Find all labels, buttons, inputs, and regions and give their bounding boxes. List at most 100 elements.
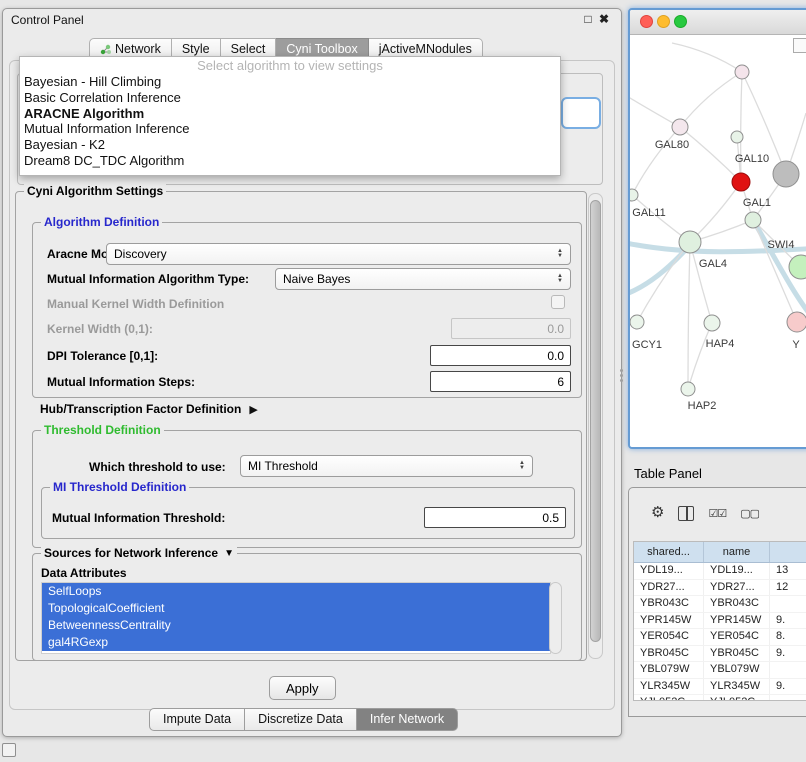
network-edge[interactable] [630, 245, 690, 294]
mi-steps-field[interactable] [430, 371, 571, 392]
attribute-list-item[interactable]: SelfLoops [42, 583, 550, 600]
network-node[interactable] [630, 315, 644, 329]
network-edge[interactable] [632, 127, 680, 195]
table-cell[interactable]: YLR345W [704, 679, 770, 695]
network-canvas[interactable]: GAL80GAL10GAL11GAL1SWI4GAL4GCY1HAP4HAP2Y [630, 35, 806, 443]
tab-impute-data[interactable]: Impute Data [149, 708, 245, 731]
apply-button[interactable]: Apply [269, 676, 336, 700]
network-node[interactable] [735, 65, 749, 79]
table-cell[interactable]: 12 [770, 580, 806, 596]
network-node[interactable] [679, 231, 701, 253]
table-cell[interactable]: YBR045C [704, 646, 770, 662]
kernel-width-field[interactable] [451, 318, 571, 339]
settings-scrollbar[interactable] [588, 193, 603, 659]
close-window-icon[interactable]: ✖ [597, 12, 611, 26]
tab-discretize-data[interactable]: Discretize Data [245, 708, 357, 731]
deselect-all-rows-icon[interactable]: ▢▢ [740, 507, 759, 520]
network-node[interactable] [732, 173, 750, 191]
table-row[interactable]: YER054CYER054C8. [634, 629, 806, 646]
table-cell[interactable]: 13 [770, 563, 806, 579]
network-scrollbar-corner[interactable] [793, 38, 806, 53]
table-cell[interactable]: YJL052C [704, 695, 770, 701]
panel-splitter-handle[interactable] [619, 366, 624, 384]
network-edge[interactable] [688, 323, 712, 389]
table-cell[interactable]: YDL19... [634, 563, 704, 579]
network-node[interactable] [787, 312, 806, 332]
table-cell[interactable]: 9. [770, 646, 806, 662]
network-node[interactable] [773, 161, 799, 187]
column-header-extra[interactable] [770, 542, 806, 562]
table-cell[interactable]: YER054C [634, 629, 704, 645]
table-cell[interactable]: YBL079W [634, 662, 704, 678]
manual-kernel-checkbox[interactable] [551, 295, 565, 309]
attribute-list-item[interactable]: BetweennessCentrality [42, 617, 550, 634]
table-row[interactable]: YLR345WYLR345W9. [634, 679, 806, 696]
table-cell[interactable]: YBL079W [704, 662, 770, 678]
network-edge[interactable] [680, 72, 742, 127]
dpi-tolerance-field[interactable] [430, 345, 571, 366]
table-cell[interactable] [770, 695, 806, 701]
network-edge[interactable] [630, 95, 680, 127]
hub-factor-section-toggle[interactable]: Hub/Transcription Factor Definition ▶ [40, 402, 258, 416]
table-cell[interactable]: 9. [770, 613, 806, 629]
algorithm-option[interactable]: Bayesian - Hill Climbing [20, 74, 560, 90]
network-edge[interactable] [741, 72, 742, 182]
table-cell[interactable]: 9. [770, 679, 806, 695]
algorithm-option[interactable]: Basic Correlation Inference [20, 90, 560, 106]
table-cell[interactable]: YBR043C [634, 596, 704, 612]
table-cell[interactable]: YPR145W [704, 613, 770, 629]
network-edge[interactable] [690, 182, 741, 242]
algorithm-option[interactable]: Mutual Information Inference [20, 121, 560, 137]
network-edge[interactable] [688, 242, 690, 389]
table-cell[interactable]: YDL19... [704, 563, 770, 579]
column-header-name[interactable]: name [704, 542, 770, 562]
minimized-panel-icon[interactable] [2, 743, 16, 757]
table-cell[interactable]: YDR27... [704, 580, 770, 596]
table-cell[interactable] [770, 596, 806, 612]
table-cell[interactable]: YBR043C [704, 596, 770, 612]
table-row[interactable]: YPR145WYPR145W9. [634, 613, 806, 630]
table-cell[interactable]: YDR27... [634, 580, 704, 596]
algorithm-option[interactable]: Bayesian - K2 [20, 137, 560, 153]
close-traffic-light[interactable] [640, 15, 653, 28]
float-window-icon[interactable]: □ [581, 12, 595, 26]
algorithm-option[interactable]: ARACNE Algorithm [20, 106, 560, 122]
attribute-list-item[interactable]: TopologicalCoefficient [42, 600, 550, 617]
network-node[interactable] [745, 212, 761, 228]
network-node[interactable] [672, 119, 688, 135]
sources-group-toggle[interactable]: Sources for Network Inference ▼ [41, 546, 237, 560]
table-cell[interactable]: YBR045C [634, 646, 704, 662]
table-row[interactable]: YBR043CYBR043C [634, 596, 806, 613]
network-edge[interactable] [690, 242, 712, 323]
network-node[interactable] [731, 131, 743, 143]
mi-threshold-field[interactable] [424, 507, 566, 528]
column-header-shared-name[interactable]: shared... [634, 542, 704, 562]
algorithm-option[interactable]: Dream8 DC_TDC Algorithm [20, 153, 560, 169]
settings-scrollbar-thumb[interactable] [590, 200, 601, 642]
table-cell[interactable]: YLR345W [634, 679, 704, 695]
attributes-list-scrollbar[interactable] [549, 582, 562, 654]
table-row[interactable]: YBR045CYBR045C9. [634, 646, 806, 663]
network-edge[interactable] [672, 43, 742, 72]
table-cell[interactable]: YJL052C [634, 695, 704, 701]
table-row[interactable]: YBL079WYBL079W [634, 662, 806, 679]
aracne-mode-combo[interactable]: Discovery ▲▼ [106, 243, 571, 265]
network-node[interactable] [704, 315, 720, 331]
select-all-rows-icon[interactable]: ☑☑ [708, 507, 726, 520]
table-cell[interactable]: YPR145W [634, 613, 704, 629]
mi-type-combo[interactable]: Naive Bayes ▲▼ [275, 268, 571, 290]
data-attributes-list[interactable]: SelfLoopsTopologicalCoefficientBetweenne… [41, 582, 551, 654]
select-columns-icon[interactable] [678, 506, 694, 521]
gear-icon[interactable]: ⚙ [651, 505, 664, 521]
table-cell[interactable] [770, 662, 806, 678]
table-row[interactable]: YDR27...YDR27...12 [634, 580, 806, 597]
minimize-traffic-light[interactable] [657, 15, 670, 28]
tab-infer-network[interactable]: Infer Network [357, 708, 458, 731]
algorithm-help-button[interactable] [561, 97, 601, 129]
network-node[interactable] [681, 382, 695, 396]
attribute-list-item[interactable]: gal4RGexp [42, 634, 550, 651]
zoom-traffic-light[interactable] [674, 15, 687, 28]
table-row[interactable]: YDL19...YDL19...13 [634, 563, 806, 580]
network-node[interactable] [630, 189, 638, 201]
table-cell[interactable]: 8. [770, 629, 806, 645]
